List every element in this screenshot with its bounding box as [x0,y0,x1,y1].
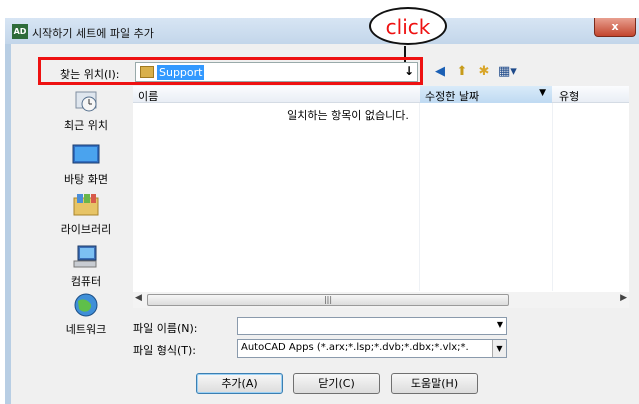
close-window-button[interactable]: x [594,18,636,37]
place-desktop-label: 바탕 화면 [64,173,108,186]
filetype-value: AutoCAD Apps (*.arx;*.lsp;*.dvb;*.dbx;*.… [241,342,469,353]
autocad-app-icon: AD [12,24,28,39]
new-folder-icon[interactable]: ✱ [476,64,492,80]
place-desktop[interactable]: 바탕 화면 [46,142,126,187]
scroll-thumb[interactable]: ||| [147,294,509,306]
network-icon [71,292,101,318]
computer-icon [71,244,101,270]
column-header-date-label: 수정한 날짜 [425,90,480,103]
column-header-name[interactable]: 이름 [138,88,158,104]
sort-dropdown-icon[interactable]: ▼ [539,88,546,98]
filename-dropdown-icon[interactable]: ▼ [497,320,503,329]
close-button[interactable]: 닫기(C) [293,373,380,394]
navigation-toolbar: ◀ ⬆ ✱ ▦▾ [432,63,517,81]
views-menu-icon[interactable]: ▦▾ [498,64,517,80]
help-button[interactable]: 도움말(H) [391,373,478,394]
column-divider [552,103,553,291]
window-title: 시작하기 세트에 파일 추가 [32,27,154,40]
horizontal-scrollbar[interactable]: ◀ ||| ▶ [133,292,629,308]
place-computer[interactable]: 컴퓨터 [46,244,126,289]
add-button[interactable]: 추가(A) [196,373,283,394]
filetype-label: 파일 형식(T): [133,344,196,357]
libraries-icon [71,192,101,218]
empty-list-message: 일치하는 항목이 없습니다. [287,109,409,122]
desktop-icon [71,142,101,168]
place-computer-label: 컴퓨터 [70,275,102,288]
click-annotation-bubble: click [369,7,447,45]
scroll-right-icon[interactable]: ▶ [620,293,627,303]
column-divider [419,103,420,291]
up-folder-icon[interactable]: ⬆ [454,64,470,80]
place-libraries[interactable]: 라이브러리 [46,192,126,237]
place-libraries-label: 라이브러리 [60,223,112,236]
filetype-dropdown-icon[interactable]: ▼ [492,340,506,357]
place-network[interactable]: 네트워크 [46,292,126,337]
place-recent[interactable]: 최근 위치 [46,88,126,133]
file-list[interactable]: 이름 수정한 날짜 ▼ 유형 일치하는 항목이 없습니다. ◀ ||| ▶ [133,86,629,308]
column-header-type[interactable]: 유형 [559,88,579,104]
back-icon[interactable]: ◀ [432,64,448,80]
scroll-left-icon[interactable]: ◀ [135,293,142,303]
column-header-date[interactable]: 수정한 날짜 ▼ [420,86,552,103]
place-network-label: 네트워크 [65,323,107,336]
column-header-row: 이름 수정한 날짜 ▼ 유형 [133,86,629,103]
place-recent-label: 최근 위치 [64,119,108,132]
highlight-box [38,57,423,85]
filename-label: 파일 이름(N): [133,322,198,335]
filetype-select[interactable]: AutoCAD Apps (*.arx;*.lsp;*.dvb;*.dbx;*.… [237,339,507,358]
recent-places-icon [71,88,101,114]
filename-input[interactable]: ▼ [237,317,507,335]
